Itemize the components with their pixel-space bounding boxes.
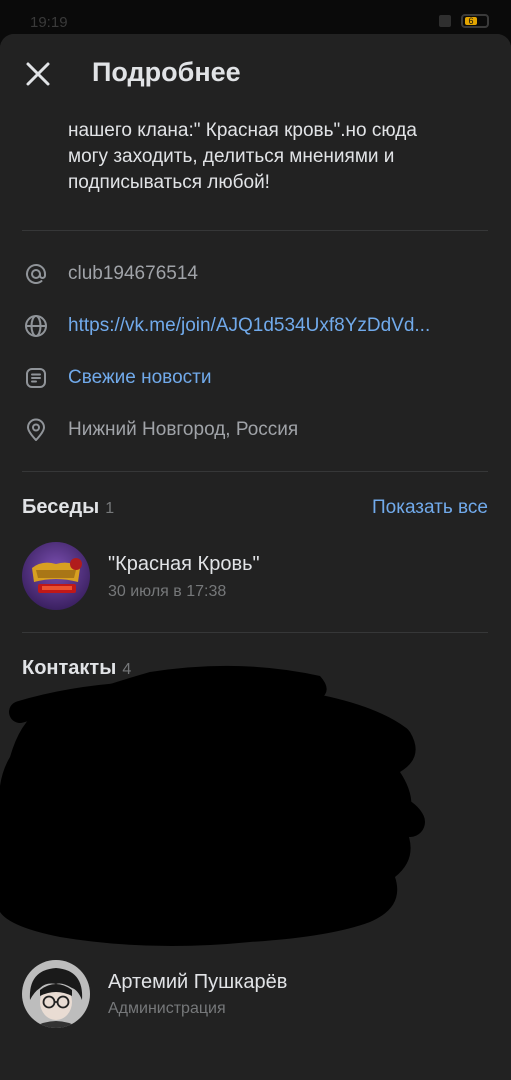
info-row-screen-name[interactable]: club194676514 (0, 254, 511, 294)
info-row-news[interactable]: Свежие новости (0, 358, 511, 398)
chat-name: "Красная Кровь" (108, 553, 260, 575)
description-line: нашего клана:" Красная кровь".но сюда (68, 120, 417, 141)
details-sheet: Подробнее ... нашего клана:" Красная кро… (0, 34, 511, 1080)
location-text: Нижний Новгород, Россия (68, 419, 299, 440)
chat-avatar (22, 542, 90, 610)
chats-section-header: Беседы 1 (22, 496, 114, 519)
clan-logo-icon (22, 542, 90, 610)
news-link[interactable]: Свежие новости (68, 367, 480, 389)
description-line: могу заходить, делиться мнениями и (68, 146, 395, 167)
show-all-chats-button[interactable]: Показать все (372, 497, 488, 519)
at-icon (26, 263, 46, 284)
divider (22, 632, 488, 633)
divider (22, 230, 488, 231)
article-icon (26, 368, 46, 388)
chats-count: 1 (105, 500, 115, 517)
close-button[interactable] (22, 58, 54, 90)
battery-icon: 6 (461, 14, 489, 28)
chats-title: Беседы (22, 496, 100, 518)
chat-date: 30 июля в 17:38 (108, 583, 227, 600)
signal-icon (439, 15, 451, 27)
status-bar: 19:19 6 (0, 0, 511, 34)
location-pin-icon (27, 418, 45, 441)
status-time: 19:19 (30, 14, 68, 31)
screen-name-text: club194676514 (68, 263, 198, 284)
globe-icon (25, 315, 47, 337)
redaction-scribble (0, 665, 425, 946)
description-line: подписываться любой! (68, 172, 270, 193)
divider (22, 471, 488, 472)
battery-level: 6 (465, 17, 477, 26)
invite-link[interactable]: https://vk.me/join/AJQ1d534Uxf8YzDdVd... (68, 315, 480, 337)
status-icons: 6 (439, 14, 489, 28)
info-row-link[interactable]: https://vk.me/join/AJQ1d534Uxf8YzDdVd... (0, 306, 511, 346)
contact-role: Администрация (108, 1000, 226, 1017)
page-title: Подробнее (92, 57, 241, 87)
close-icon (26, 62, 50, 86)
info-row-location[interactable]: Нижний Новгород, Россия (0, 410, 511, 450)
sheet-header: Подробнее (0, 34, 511, 114)
